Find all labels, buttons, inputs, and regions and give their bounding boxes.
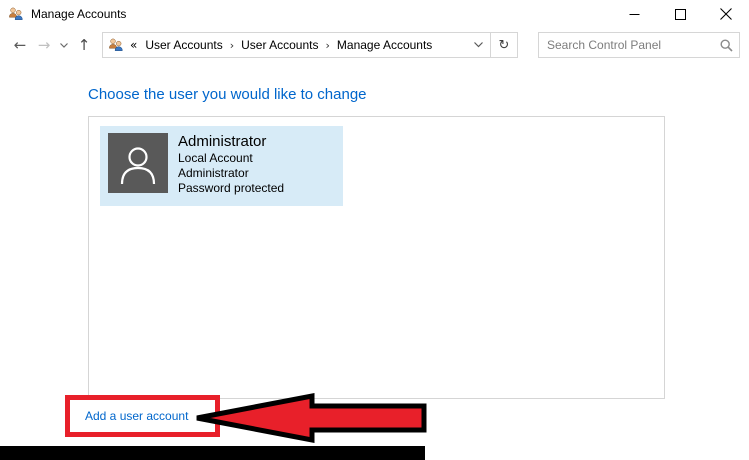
breadcrumb-item-user-accounts-2[interactable]: User Accounts (239, 38, 320, 52)
page-title: Choose the user you would like to change (88, 86, 749, 103)
breadcrumb-separator-icon[interactable]: › (225, 39, 239, 52)
up-button[interactable]: ↑ (72, 38, 96, 53)
breadcrumb-item-manage-accounts[interactable]: Manage Accounts (335, 38, 434, 52)
avatar (108, 133, 168, 193)
address-dropdown-button[interactable] (466, 33, 490, 57)
search-icon[interactable] (720, 39, 733, 52)
maximize-icon (675, 9, 686, 20)
user-account-type: Local Account (178, 151, 284, 166)
recent-pages-dropdown-button[interactable] (56, 43, 72, 48)
minimize-button[interactable] (611, 0, 657, 28)
user-avatar-icon (108, 133, 168, 193)
user-password-status: Password protected (178, 181, 284, 196)
user-list-panel: Administrator Local Account Administrato… (88, 116, 665, 399)
users-icon (108, 37, 124, 53)
window-title: Manage Accounts (31, 7, 126, 21)
minimize-icon (629, 9, 640, 20)
maximize-button[interactable] (657, 0, 703, 28)
breadcrumb-overflow-chevrons[interactable]: « (130, 38, 137, 52)
breadcrumb-item-user-accounts-1[interactable]: User Accounts (143, 38, 224, 52)
navigation-toolbar: ← → ↑ « User Accounts › User Accounts › … (0, 28, 749, 62)
user-name: Administrator (178, 132, 284, 151)
chevron-down-icon (60, 43, 68, 48)
main-content: Choose the user you would like to change… (0, 86, 749, 399)
title-bar: Manage Accounts (0, 0, 749, 28)
address-bar[interactable]: « User Accounts › User Accounts › Manage… (102, 32, 518, 58)
close-button[interactable] (703, 0, 749, 28)
add-user-account-link[interactable]: Add a user account (85, 409, 188, 423)
forward-button[interactable]: → (32, 38, 56, 53)
users-icon (8, 6, 24, 22)
breadcrumb-separator-icon[interactable]: › (321, 39, 335, 52)
refresh-button[interactable]: ↻ (490, 33, 517, 57)
user-tile-administrator[interactable]: Administrator Local Account Administrato… (100, 126, 343, 206)
search-box[interactable] (538, 32, 740, 58)
red-arrow-annotation (185, 390, 435, 452)
back-button[interactable]: ← (8, 38, 32, 53)
chevron-down-icon (474, 42, 483, 48)
user-role: Administrator (178, 166, 284, 181)
close-icon (720, 8, 732, 20)
black-bar-annotation (0, 446, 425, 460)
search-input[interactable] (547, 38, 720, 52)
user-tile-info: Administrator Local Account Administrato… (178, 126, 284, 206)
